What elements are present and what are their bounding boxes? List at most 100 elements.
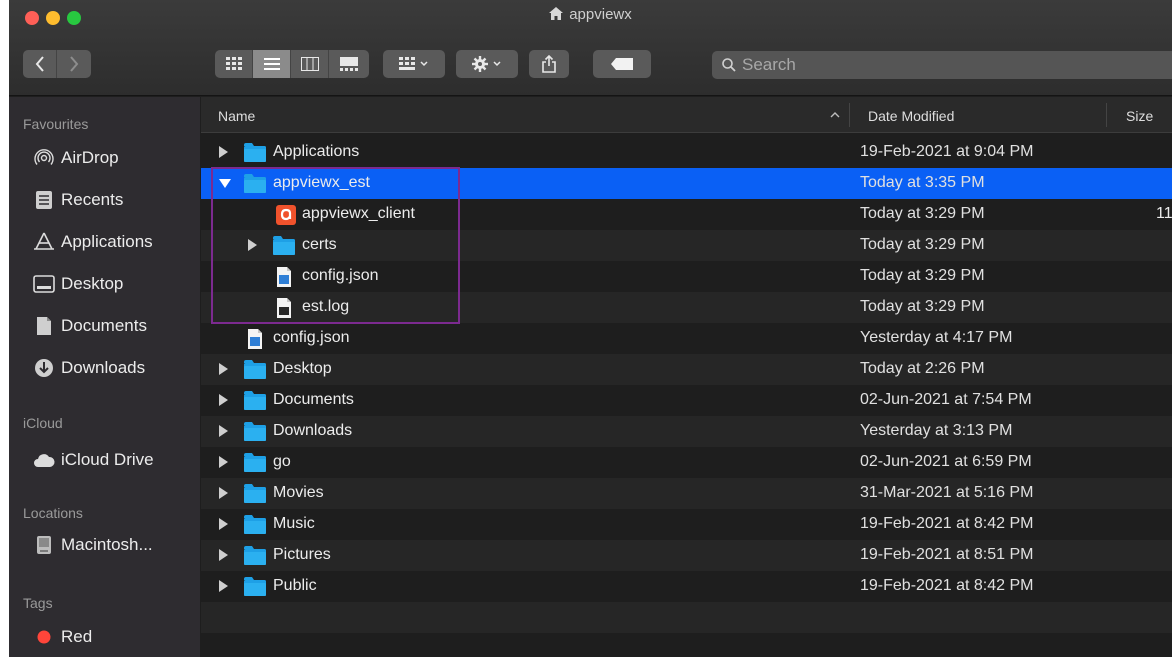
sidebar-header-favourites: Favourites — [23, 116, 89, 132]
file-date-modified: 19-Feb-2021 at 8:51 PM — [860, 546, 1034, 563]
search-icon — [722, 58, 736, 72]
action-menu-button[interactable] — [456, 50, 518, 78]
sidebar-item-documents[interactable]: Documents — [33, 311, 147, 341]
tags-button[interactable] — [593, 50, 651, 78]
file-list: Name Date Modified Size Applications 19-F… — [201, 97, 1172, 657]
file-row[interactable]: est.log Today at 3:29 PM — [201, 292, 1172, 323]
list-icon — [263, 58, 280, 70]
sidebar-item-recents[interactable]: Recents — [33, 185, 123, 215]
file-row[interactable]: Desktop Today at 2:26 PM — [201, 354, 1172, 385]
file-size: 11 — [1156, 205, 1172, 222]
file-row[interactable]: go 02-Jun-2021 at 6:59 PM — [201, 447, 1172, 478]
empty-row — [201, 602, 1172, 633]
disk-icon — [33, 534, 55, 556]
disclosure-triangle-collapsed[interactable] — [219, 425, 228, 437]
file-row[interactable]: certs Today at 3:29 PM — [201, 230, 1172, 261]
column-header: Name Date Modified Size — [201, 97, 1172, 133]
columns-icon — [300, 57, 319, 71]
disclosure-triangle-collapsed[interactable] — [219, 580, 228, 592]
left-edge-strip — [0, 0, 9, 657]
file-row[interactable]: Pictures 19-Feb-2021 at 8:51 PM — [201, 540, 1172, 571]
tag-icon — [611, 58, 633, 70]
airdrop-icon — [33, 147, 55, 169]
disclosure-triangle-collapsed[interactable] — [219, 456, 228, 468]
documents-icon — [33, 315, 55, 337]
sidebar-item-desktop[interactable]: Desktop — [33, 269, 123, 299]
file-row[interactable]: config.json Today at 3:29 PM — [201, 261, 1172, 292]
cloud-icon — [33, 449, 55, 471]
file-row[interactable]: config.json Yesterday at 4:17 PM — [201, 323, 1172, 354]
sidebar-header-locations: Locations — [23, 505, 83, 521]
file-date-modified: Yesterday at 4:17 PM — [860, 329, 1013, 346]
disclosure-triangle-expanded[interactable] — [219, 179, 231, 188]
list-view-button[interactable] — [253, 50, 291, 78]
search-input[interactable] — [742, 55, 1162, 75]
chevron-left-icon — [35, 56, 44, 72]
column-divider[interactable] — [1106, 103, 1107, 127]
sidebar-item-label: Downloads — [61, 358, 146, 377]
share-button[interactable] — [529, 50, 569, 78]
gear-icon — [472, 56, 501, 72]
file-name: Desktop — [273, 360, 332, 377]
file-row[interactable]: Public 19-Feb-2021 at 8:42 PM — [201, 571, 1172, 602]
sidebar: Favourites AirDrop Recents Applications … — [9, 97, 200, 657]
file-name: Documents — [273, 391, 354, 408]
file-name: go — [273, 453, 291, 470]
sidebar-item-label: Red — [61, 627, 93, 646]
file-date-modified: 19-Feb-2021 at 9:04 PM — [860, 143, 1034, 160]
group-by-button[interactable] — [383, 50, 445, 78]
gallery-icon — [340, 57, 358, 71]
file-row[interactable]: Movies 31-Mar-2021 at 5:16 PM — [201, 478, 1172, 509]
file-date-modified: Today at 3:29 PM — [860, 205, 985, 222]
file-date-modified: Today at 3:29 PM — [860, 267, 985, 284]
file-name: Downloads — [273, 422, 353, 439]
file-row[interactable]: Applications 19-Feb-2021 at 9:04 PM — [201, 137, 1172, 168]
folder-icon — [244, 143, 266, 162]
sidebar-item-icloud-drive[interactable]: iCloud Drive — [33, 445, 154, 475]
sidebar-item-label: Documents — [61, 316, 147, 335]
file-row[interactable]: appviewx_client Today at 3:29 PM 11 — [201, 199, 1172, 230]
disclosure-triangle-collapsed[interactable] — [219, 394, 228, 406]
file-name: Applications — [273, 143, 360, 160]
disclosure-triangle-collapsed[interactable] — [219, 146, 228, 158]
column-header-date[interactable]: Date Modified — [868, 108, 954, 124]
file-row[interactable]: Downloads Yesterday at 3:13 PM — [201, 416, 1172, 447]
red-tag-icon — [33, 626, 55, 648]
sidebar-item-applications[interactable]: Applications — [33, 227, 153, 257]
folder-icon — [244, 453, 266, 472]
log-file-icon — [276, 298, 298, 318]
empty-row — [201, 633, 1172, 657]
sidebar-item-airdrop[interactable]: AirDrop — [33, 143, 119, 173]
search-field[interactable] — [712, 51, 1172, 79]
file-name: certs — [302, 236, 337, 253]
column-divider[interactable] — [849, 103, 850, 127]
file-row[interactable]: Music 19-Feb-2021 at 8:42 PM — [201, 509, 1172, 540]
file-date-modified: 02-Jun-2021 at 6:59 PM — [860, 453, 1032, 470]
disclosure-triangle-collapsed[interactable] — [219, 363, 228, 375]
column-header-size[interactable]: Size — [1126, 108, 1153, 124]
window-title-text: appviewx — [569, 6, 632, 23]
sidebar-item-label: iCloud Drive — [61, 450, 154, 469]
sidebar-item-red-tag[interactable]: Red — [33, 622, 92, 652]
sidebar-item-macintosh[interactable]: Macintosh... — [33, 530, 153, 560]
sidebar-item-downloads[interactable]: Downloads — [33, 353, 145, 383]
desktop-icon — [33, 273, 55, 295]
file-row[interactable]: Documents 02-Jun-2021 at 7:54 PM — [201, 385, 1172, 416]
finder-window: appviewx Search Favourites AirDrop Recen… — [9, 0, 1172, 657]
column-view-button[interactable] — [291, 50, 329, 78]
disclosure-triangle-collapsed[interactable] — [219, 487, 228, 499]
back-button[interactable] — [23, 50, 57, 78]
file-date-modified: 02-Jun-2021 at 7:54 PM — [860, 391, 1032, 408]
disclosure-triangle-collapsed[interactable] — [248, 239, 257, 251]
folder-icon — [244, 174, 266, 193]
gallery-view-button[interactable] — [329, 50, 369, 78]
file-name: Movies — [273, 484, 324, 501]
disclosure-triangle-collapsed[interactable] — [219, 549, 228, 561]
column-header-name[interactable]: Name — [218, 108, 255, 124]
forward-button[interactable] — [57, 50, 91, 78]
folder-icon — [244, 546, 266, 565]
file-name: Music — [273, 515, 315, 532]
icon-view-button[interactable] — [215, 50, 253, 78]
file-row[interactable]: appviewx_est Today at 3:35 PM — [201, 168, 1172, 199]
disclosure-triangle-collapsed[interactable] — [219, 518, 228, 530]
